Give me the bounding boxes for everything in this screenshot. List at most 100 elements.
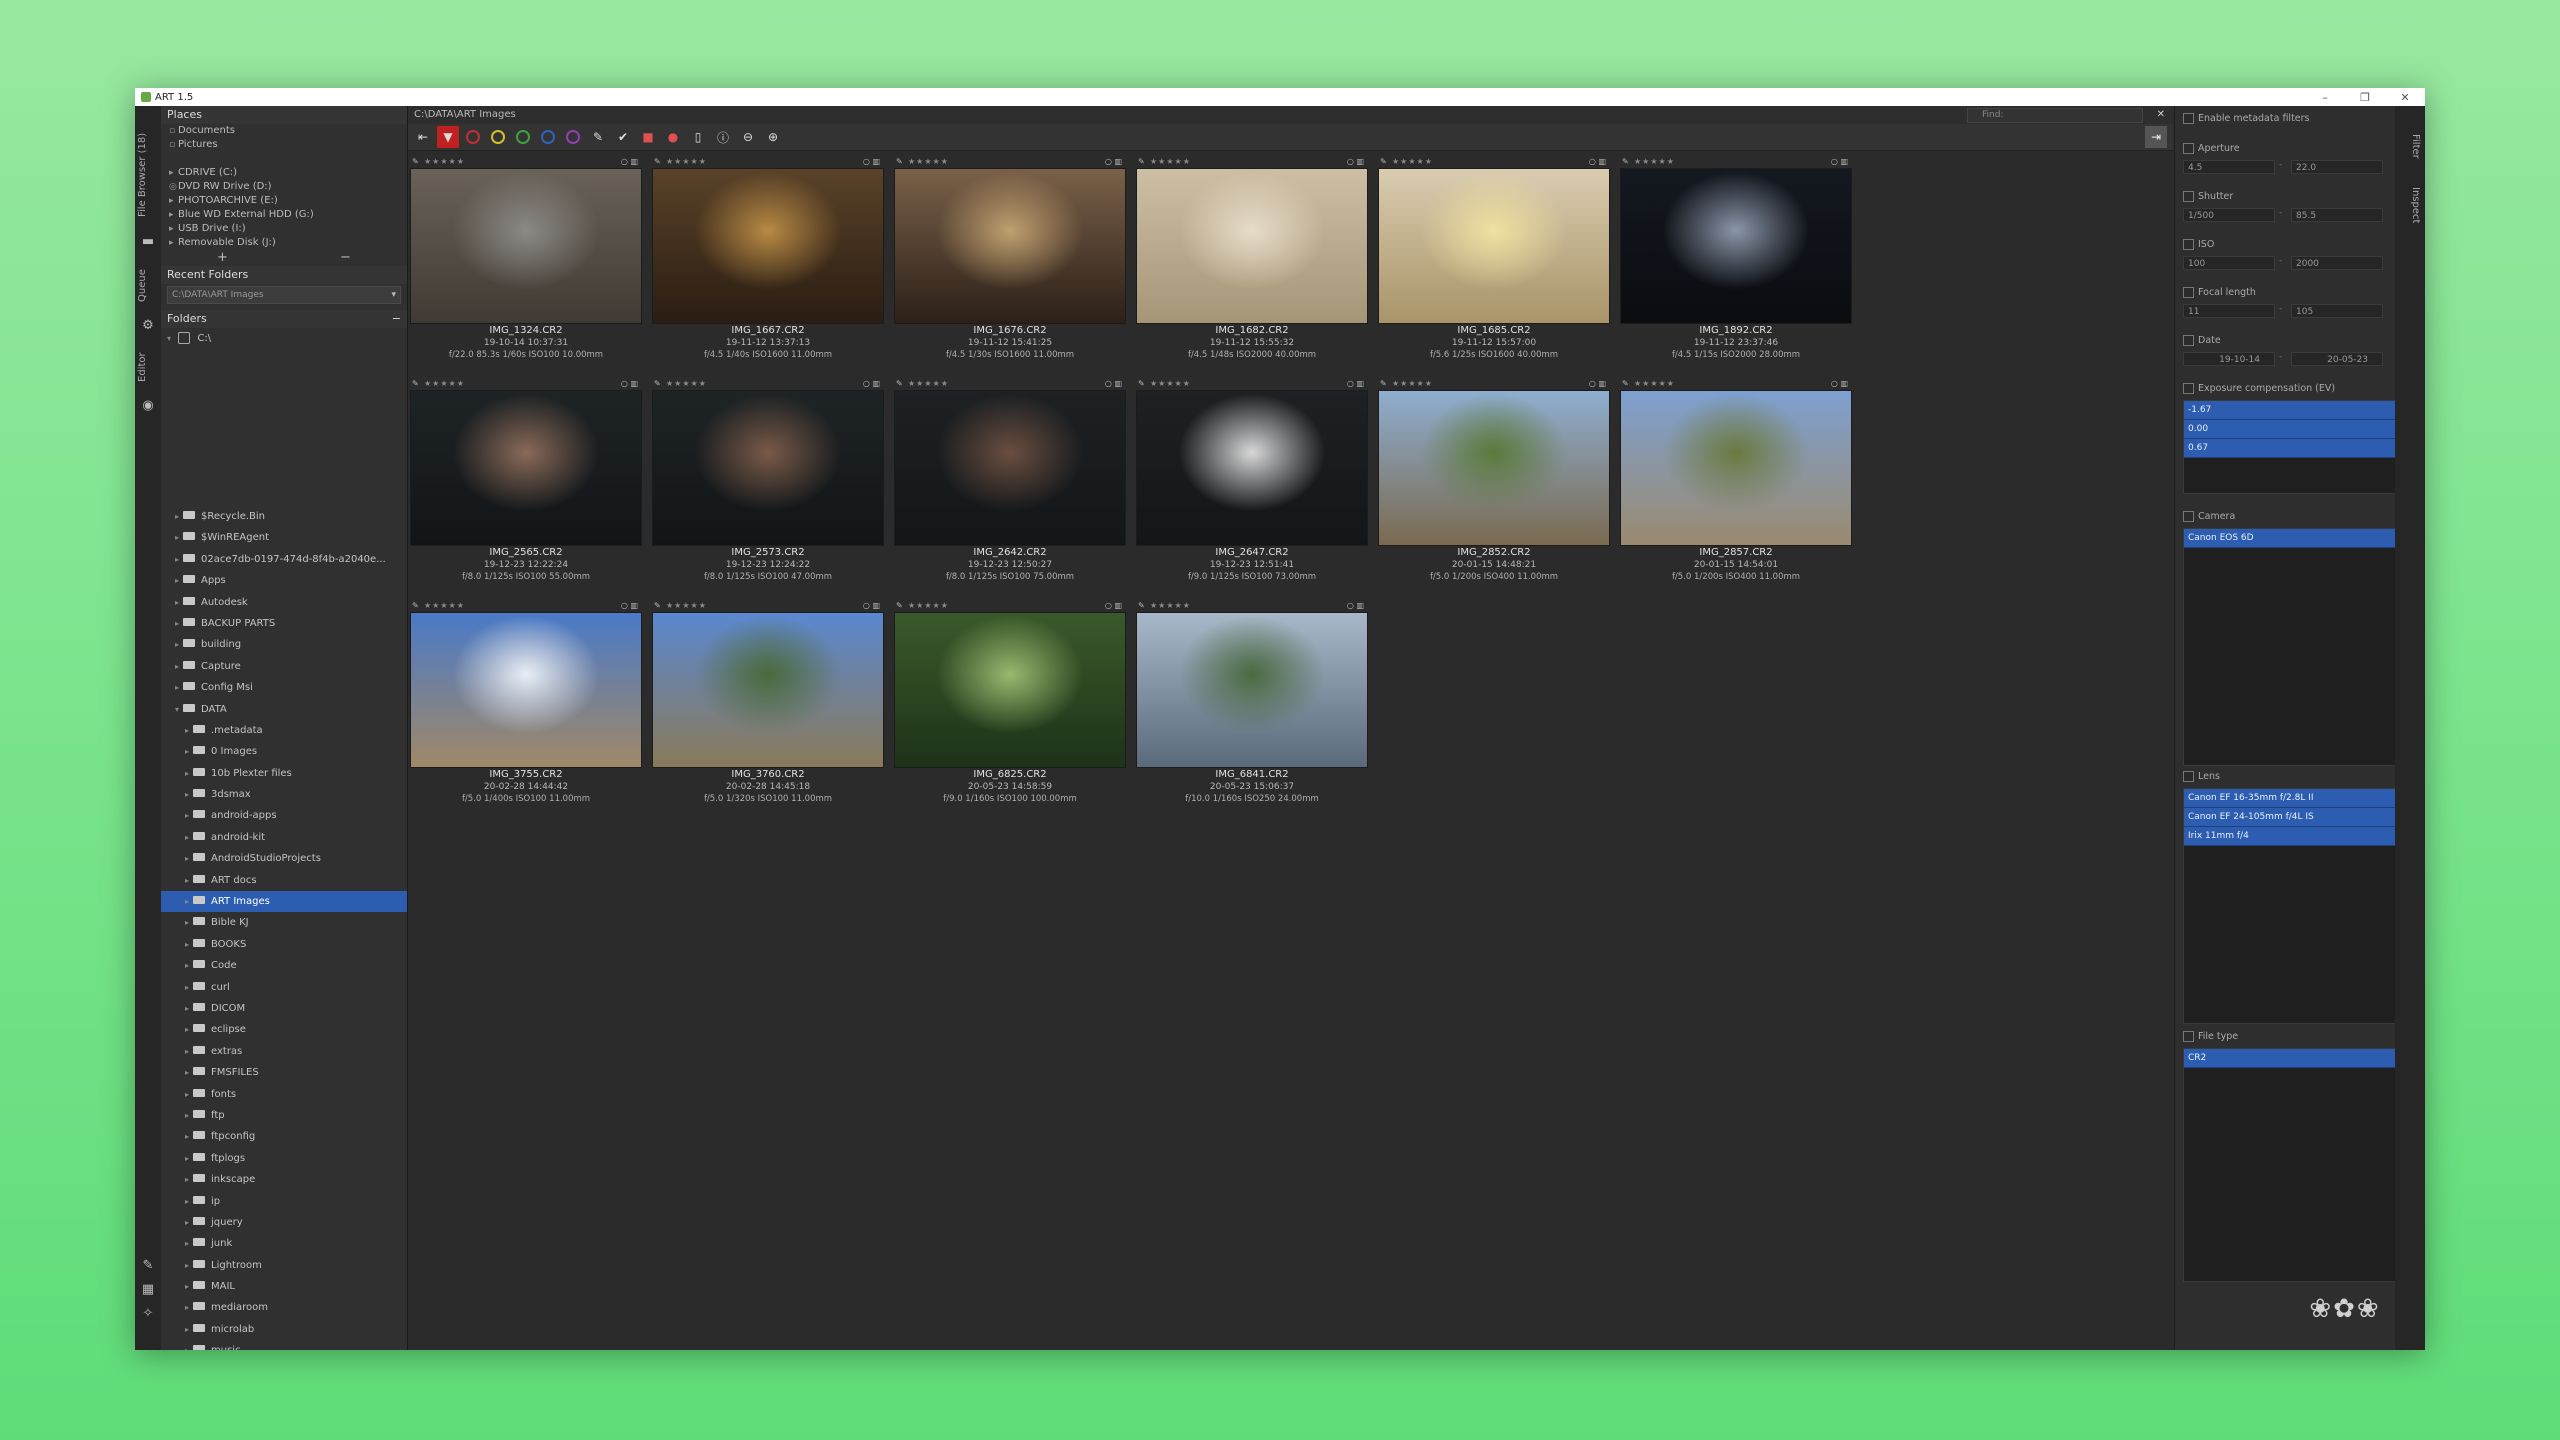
expand-arrow-icon[interactable]: ▸ [185, 891, 193, 912]
thumbnail-image[interactable] [410, 612, 642, 768]
edit-icon[interactable]: ✎ [1138, 156, 1145, 168]
trash-icon[interactable]: ▥ [630, 379, 638, 388]
expand-arrow-icon[interactable]: ▸ [185, 934, 193, 955]
thumbnail[interactable]: ✎ ★★★★★ ○ ▥ IMG_3755.CR2 20-02-28 14:44:42 f/… [410, 600, 642, 805]
expand-arrow-icon[interactable]: ▸ [185, 848, 193, 869]
tree-item[interactable]: ▸ curl [161, 977, 407, 998]
tree-item[interactable]: ▸ Bible KJ [161, 912, 407, 933]
iso-from[interactable]: 100 [2183, 256, 2275, 270]
thumbnail[interactable]: ✎ ★★★★★ ○ ▥ IMG_1682.CR2 19-11-12 15:55:32 f/… [1136, 156, 1368, 361]
minimize-button[interactable]: – [2305, 91, 2345, 104]
expand-arrow-icon[interactable]: ▸ [185, 805, 193, 826]
trash-icon[interactable]: ▥ [1840, 157, 1848, 166]
thumbnail-image[interactable] [1136, 390, 1368, 546]
tab-queue[interactable]: Queue [137, 256, 159, 316]
rating-stars[interactable]: ★★★★★ [1634, 156, 1675, 168]
tree-item[interactable]: ▸ MAIL [161, 1276, 407, 1297]
rating-stars[interactable]: ★★★★★ [424, 600, 465, 612]
rating-stars[interactable]: ★★★★★ [908, 600, 949, 612]
expand-arrow-icon[interactable]: ▸ [185, 763, 193, 784]
shutter-from[interactable]: 1/500 [2183, 208, 2275, 222]
select-icon[interactable]: ○ [1347, 157, 1354, 166]
filetype-filter[interactable]: File type [2183, 1030, 2238, 1044]
checkbox-icon[interactable] [2183, 113, 2194, 124]
focal-filter[interactable]: Focal length [2183, 286, 2256, 300]
place-item[interactable]: ▸ CDRIVE (C:) [161, 166, 407, 180]
edit-icon[interactable]: ✎ [412, 600, 419, 612]
thumbnail-image[interactable] [410, 168, 642, 324]
trash-icon[interactable]: ▥ [872, 157, 880, 166]
select-icon[interactable]: ○ [1105, 157, 1112, 166]
thumbnail-image[interactable] [1620, 168, 1852, 324]
edit-icon[interactable]: ✎ [654, 600, 661, 612]
edited-filter-button[interactable]: ✎ [587, 126, 609, 148]
trash-icon[interactable]: ▥ [1598, 157, 1606, 166]
edit-icon[interactable]: ✎ [896, 600, 903, 612]
expand-arrow-icon[interactable]: ▸ [185, 720, 193, 741]
rating-stars[interactable]: ★★★★★ [908, 378, 949, 390]
thumbnail-image[interactable] [652, 612, 884, 768]
tree-item[interactable]: ▸ Config Msi [161, 677, 407, 698]
tree-item[interactable]: ▸ jquery [161, 1212, 407, 1233]
trash-icon[interactable]: ▥ [1356, 157, 1364, 166]
maximize-button[interactable]: ❐ [2345, 91, 2385, 104]
thumbnail-image[interactable] [652, 168, 884, 324]
expand-arrow-icon[interactable]: ▸ [185, 955, 193, 976]
rating-stars[interactable]: ★★★★★ [1392, 378, 1433, 390]
thumbnail-image[interactable] [1378, 390, 1610, 546]
trash-icon[interactable]: ▥ [1114, 157, 1122, 166]
tree-item[interactable]: ▸ $Recycle.Bin [161, 506, 407, 527]
trash-icon[interactable]: ▥ [630, 601, 638, 610]
expand-arrow-icon[interactable]: ▸ [175, 677, 183, 698]
iso-to[interactable]: 2000 [2291, 256, 2383, 270]
shutter-to[interactable]: 85.5 [2291, 208, 2383, 222]
rating-stars[interactable]: ★★★★★ [908, 156, 949, 168]
checkbox-icon[interactable] [2183, 143, 2194, 154]
place-item[interactable]: ▫ Documents [161, 124, 407, 138]
settings-icon[interactable]: ✧ [140, 1306, 156, 1322]
edit-icon[interactable]: ✎ [1380, 156, 1387, 168]
list-item[interactable]: 0.00 [2184, 420, 2425, 439]
zoom-out-button[interactable]: ⊖ [737, 126, 759, 148]
select-icon[interactable]: ○ [863, 379, 870, 388]
tree-item[interactable]: ▸ eclipse [161, 1019, 407, 1040]
thumbnail[interactable]: ✎ ★★★★★ ○ ▥ IMG_2573.CR2 19-12-23 12:24:22 f/… [652, 378, 884, 583]
date-filter[interactable]: Date [2183, 334, 2221, 348]
list-item[interactable]: Irix 11mm f/4 [2184, 827, 2425, 846]
select-icon[interactable]: ○ [1831, 157, 1838, 166]
expand-arrow-icon[interactable]: ▸ [185, 1105, 193, 1126]
rating-stars[interactable]: ★★★★★ [1392, 156, 1433, 168]
thumbnail[interactable]: ✎ ★★★★★ ○ ▥ IMG_6825.CR2 20-05-23 14:58:59 f/… [894, 600, 1126, 805]
iso-filter[interactable]: ISO [2183, 238, 2214, 252]
select-icon[interactable]: ○ [1831, 379, 1838, 388]
enable-metadata-filters[interactable]: Enable metadata filters [2183, 112, 2310, 126]
list-item[interactable]: -1.67 [2184, 401, 2425, 420]
list-item[interactable]: Canon EF 24-105mm f/4L IS [2184, 808, 2425, 827]
list-item[interactable]: Canon EOS 6D [2184, 529, 2425, 548]
expand-arrow-icon[interactable]: ▸ [185, 977, 193, 998]
checkbox-icon[interactable] [2183, 335, 2194, 346]
tree-item[interactable]: ▸ 3dsmax [161, 784, 407, 805]
edit-icon[interactable]: ✎ [412, 156, 419, 168]
rating-stars[interactable]: ★★★★★ [424, 156, 465, 168]
list-item[interactable]: CR2 [2184, 1049, 2425, 1068]
checkbox-icon[interactable] [2183, 239, 2194, 250]
expand-arrow-icon[interactable]: ▾ [167, 328, 175, 349]
tree-item[interactable]: ▸ ART Images [161, 891, 407, 913]
thumbnail-image[interactable] [894, 390, 1126, 546]
select-icon[interactable]: ○ [621, 379, 628, 388]
thumbnail[interactable]: ✎ ★★★★★ ○ ▥ IMG_3760.CR2 20-02-28 14:45:18 f/… [652, 600, 884, 805]
rating-stars[interactable]: ★★★★★ [424, 378, 465, 390]
place-item[interactable]: ▸ Blue WD External HDD (G:) [161, 208, 407, 222]
rating-stars[interactable]: ★★★★★ [666, 600, 707, 612]
lens-list[interactable]: Canon EF 16-35mm f/2.8L II Canon EF 24-1… [2183, 788, 2425, 1024]
tree-item[interactable]: ▸ BACKUP PARTS [161, 613, 407, 634]
expand-arrow-icon[interactable]: ▸ [185, 1191, 193, 1212]
tree-root[interactable]: ▾ C:\ [161, 328, 407, 349]
tree-item[interactable]: ▸ building [161, 634, 407, 655]
shutter-filter[interactable]: Shutter [2183, 190, 2233, 204]
expand-arrow-icon[interactable]: ▸ [185, 827, 193, 848]
tree-item[interactable]: ▸ FMSFILES [161, 1062, 407, 1083]
filter-red-button[interactable]: ▼ [437, 126, 459, 148]
rating-stars[interactable]: ★★★★★ [1150, 156, 1191, 168]
